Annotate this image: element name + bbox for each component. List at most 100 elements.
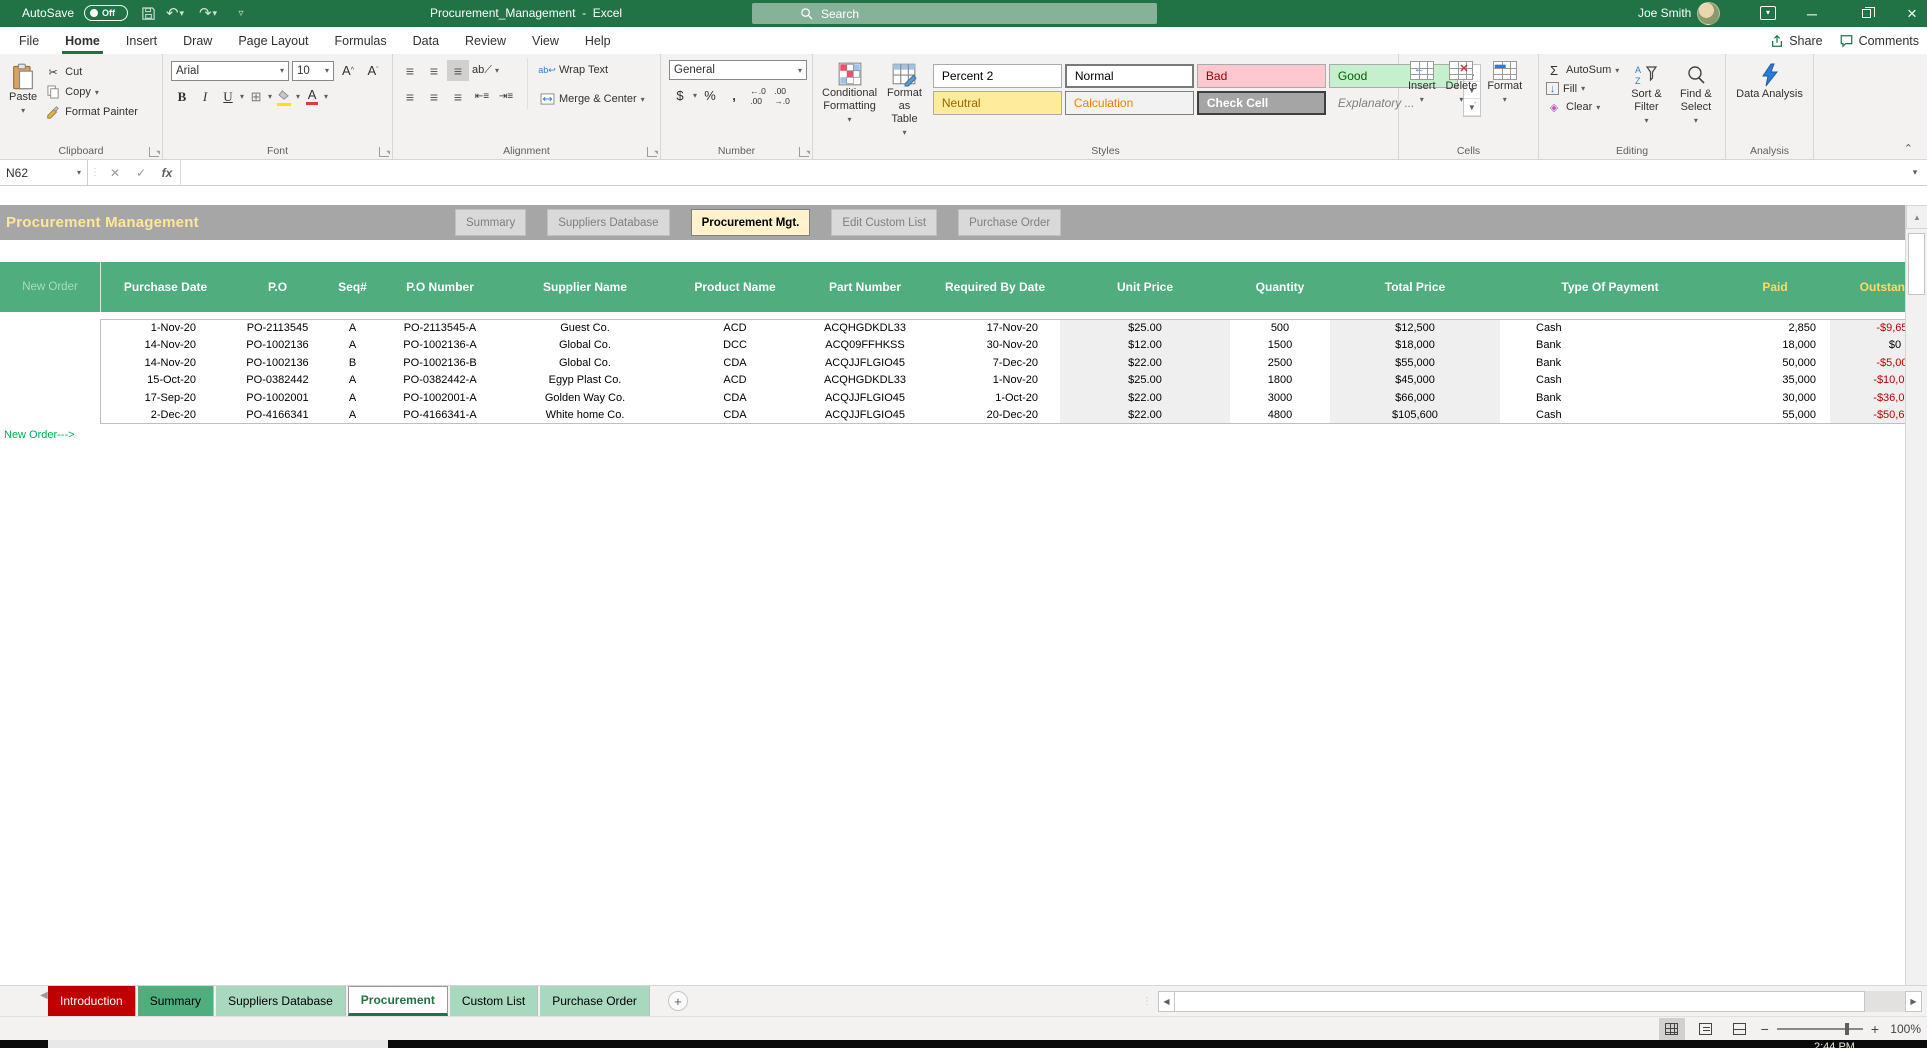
- cell-purchase-date-r3[interactable]: 14-Nov-20: [100, 354, 230, 372]
- cell-product-name-r1[interactable]: ACD: [670, 319, 800, 337]
- cell-seq-r2[interactable]: A: [325, 337, 380, 355]
- cell-product-name-r3[interactable]: CDA: [670, 354, 800, 372]
- cell-type-of-payment-r5[interactable]: Bank: [1500, 389, 1720, 407]
- cell-total-price-r1[interactable]: $12,500: [1330, 319, 1500, 337]
- align-top-button[interactable]: ≡: [399, 60, 421, 81]
- cell-purchase-date-r1[interactable]: 1-Nov-20: [100, 319, 230, 337]
- zoom-slider[interactable]: [1776, 1023, 1863, 1035]
- share-button[interactable]: Share: [1770, 34, 1823, 48]
- cell-style-bad[interactable]: Bad: [1196, 64, 1326, 88]
- italic-button[interactable]: I: [194, 86, 216, 107]
- ribbon-tab-insert[interactable]: Insert: [113, 27, 170, 54]
- ribbon-tab-file[interactable]: File: [6, 27, 52, 54]
- sheet-tab-procurement[interactable]: Procurement: [347, 986, 448, 1016]
- cell-outstanding-r4[interactable]: -$10,000: [1830, 371, 1905, 389]
- cell-p-o-r2[interactable]: PO-1002136: [230, 337, 325, 355]
- cell-paid-r1[interactable]: 2,850: [1720, 319, 1830, 337]
- user-name[interactable]: Joe Smith: [1638, 6, 1691, 20]
- zoom-level[interactable]: 100%: [1887, 1022, 1921, 1036]
- scrollbar-splitter[interactable]: ⋮: [1142, 996, 1152, 1007]
- new-order-link[interactable]: New Order--->: [4, 429, 75, 441]
- avatar[interactable]: [1697, 2, 1720, 25]
- cell-new-order-r3[interactable]: [0, 354, 100, 372]
- cell-purchase-date-r6[interactable]: 2-Dec-20: [100, 407, 230, 425]
- vertical-scroll-thumb[interactable]: [1908, 233, 1925, 295]
- ribbon-tab-view[interactable]: View: [519, 27, 572, 54]
- restore-button[interactable]: [1843, 0, 1889, 27]
- formula-bar-expand-button[interactable]: ▾: [1903, 160, 1927, 185]
- cell-quantity-r5[interactable]: 3000: [1230, 389, 1330, 407]
- cell-type-of-payment-r2[interactable]: Bank: [1500, 337, 1720, 355]
- cell-part-number-r5[interactable]: ACQJJFLGIO45: [800, 389, 930, 407]
- cell-supplier-name-r6[interactable]: White home Co.: [500, 407, 670, 425]
- conditional-formatting-button[interactable]: Conditional Formatting ▾: [817, 58, 882, 129]
- horizontal-scrollbar[interactable]: ⋮ ◀ ▶: [1142, 990, 1922, 1012]
- cell-paid-r5[interactable]: 30,000: [1720, 389, 1830, 407]
- minimize-button[interactable]: ─: [1789, 0, 1835, 27]
- data-analysis-button[interactable]: Data Analysis: [1731, 59, 1808, 104]
- cell-paid-r3[interactable]: 50,000: [1720, 354, 1830, 372]
- cell-outstanding-r1[interactable]: -$9,650: [1830, 319, 1905, 337]
- alignment-dialog-launcher[interactable]: [647, 147, 658, 157]
- search-input[interactable]: Search: [752, 3, 1157, 24]
- name-box[interactable]: N62 ▾: [0, 160, 88, 185]
- cell-new-order-r5[interactable]: [0, 389, 100, 407]
- sheet-tab-purchase-order[interactable]: Purchase Order: [540, 986, 650, 1016]
- cell-part-number-r1[interactable]: ACQHGDKDL33: [800, 319, 930, 337]
- cell-p-o-number-r6[interactable]: PO-4166341-A: [380, 407, 500, 425]
- grow-font-button[interactable]: A ^: [337, 60, 359, 81]
- decrease-decimal-button[interactable]: .00 →.0: [771, 85, 793, 106]
- cell-part-number-r4[interactable]: ACQHGDKDL33: [800, 372, 930, 390]
- font-size-select[interactable]: 10 ▾: [292, 60, 334, 81]
- delete-cells-button[interactable]: ✕ Delete ▾: [1441, 58, 1483, 109]
- cell-seq-r5[interactable]: A: [325, 389, 380, 407]
- collapse-ribbon-button[interactable]: ⌃: [1904, 142, 1913, 155]
- cell-type-of-payment-r3[interactable]: Bank: [1500, 354, 1720, 372]
- autosave-toggle[interactable]: Off: [84, 5, 128, 21]
- ribbon-tab-formulas[interactable]: Formulas: [322, 27, 400, 54]
- horizontal-scroll-thumb[interactable]: [1175, 990, 1865, 1012]
- cell-total-price-r5[interactable]: $66,000: [1330, 389, 1500, 407]
- cell-seq-r6[interactable]: A: [325, 407, 380, 425]
- cell-unit-price-r1[interactable]: $25.00: [1060, 319, 1230, 337]
- cell-style-normal[interactable]: Normal: [1064, 64, 1194, 88]
- cell-type-of-payment-r1[interactable]: Cash: [1500, 319, 1720, 337]
- cell-purchase-date-r5[interactable]: 17-Sep-20: [100, 389, 230, 407]
- percent-style-button[interactable]: %: [699, 85, 721, 106]
- cell-quantity-r6[interactable]: 4800: [1230, 407, 1330, 425]
- fill-button[interactable]: ↓ Fill ▾: [1543, 80, 1622, 97]
- copy-button[interactable]: Copy ▾: [42, 82, 141, 102]
- font-dialog-launcher[interactable]: [379, 147, 390, 157]
- new-sheet-button[interactable]: +: [667, 991, 688, 1011]
- cell-product-name-r5[interactable]: CDA: [670, 389, 800, 407]
- cell-style-percent-2[interactable]: Percent 2: [932, 64, 1062, 88]
- insert-cells-button[interactable]: ← Insert ▾: [1403, 58, 1441, 109]
- bold-button[interactable]: B: [171, 86, 193, 107]
- cell-supplier-name-r3[interactable]: Global Co.: [500, 354, 670, 372]
- formula-input[interactable]: [180, 160, 1903, 185]
- font-family-select[interactable]: Arial ▾: [171, 60, 289, 81]
- fill-color-dropdown[interactable]: ▾: [296, 92, 300, 101]
- cell-p-o-number-r3[interactable]: PO-1002136-B: [380, 354, 500, 372]
- cell-total-price-r2[interactable]: $18,000: [1330, 336, 1500, 354]
- zoom-out-button[interactable]: −: [1761, 1021, 1769, 1037]
- orientation-button[interactable]: ab⟋: [471, 60, 493, 81]
- cell-supplier-name-r2[interactable]: Global Co.: [500, 337, 670, 355]
- align-center-button[interactable]: ≡: [423, 86, 445, 107]
- sheet-nav-button-edit-custom-list[interactable]: Edit Custom List: [831, 209, 938, 236]
- increase-decimal-button[interactable]: ←.0.00: [747, 85, 769, 106]
- number-dialog-launcher[interactable]: [799, 147, 810, 157]
- cell-outstanding-r6[interactable]: -$50,600: [1830, 406, 1905, 424]
- sheet-tab-custom-list[interactable]: Custom List: [449, 986, 539, 1016]
- comments-button[interactable]: Comments: [1839, 34, 1919, 48]
- cell-seq-r1[interactable]: A: [325, 319, 380, 337]
- cell-required-by-date-r3[interactable]: 7-Dec-20: [930, 354, 1060, 372]
- cell-paid-r6[interactable]: 55,000: [1720, 407, 1830, 425]
- scroll-right-button[interactable]: ▶: [1905, 990, 1922, 1012]
- cell-part-number-r6[interactable]: ACQJJFLGIO45: [800, 407, 930, 425]
- cell-seq-r3[interactable]: B: [325, 354, 380, 372]
- ribbon-tab-page-layout[interactable]: Page Layout: [225, 27, 321, 54]
- wrap-text-button[interactable]: ab↩ Wrap Text: [536, 60, 648, 80]
- format-as-table-button[interactable]: Format as Table ▾: [882, 58, 927, 142]
- customize-qat-button[interactable]: ▿: [229, 3, 253, 23]
